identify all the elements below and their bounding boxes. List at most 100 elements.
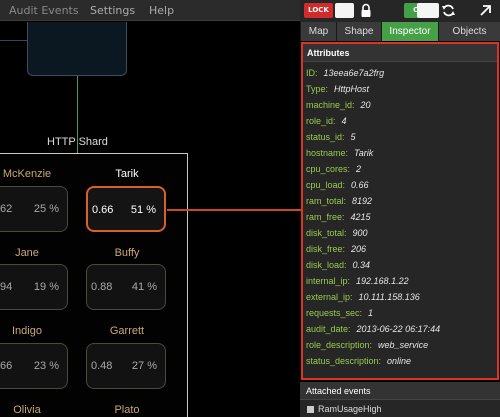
host-name: Plato [114, 404, 140, 416]
host-percent: 41 % [131, 281, 157, 293]
attribute-key: cpu_load: [306, 180, 346, 190]
attribute-row: ram_free: 4215 [306, 212, 371, 222]
attribute-key: role_description: [306, 340, 373, 350]
lock-toggle[interactable] [335, 3, 354, 18]
attribute-value: HttpHost [334, 84, 370, 94]
attribute-value: Tarik [354, 148, 374, 158]
lock-icon[interactable] [359, 3, 373, 18]
expand-icon[interactable] [478, 3, 493, 18]
attribute-value: online [387, 356, 412, 366]
host-name: Garrett [109, 325, 145, 337]
tab-objects[interactable]: Objects [439, 22, 500, 41]
attribute-row: ram_total: 8192 [306, 196, 372, 206]
host-percent: 23 % [33, 360, 59, 372]
attribute-key: audit_date: [306, 324, 351, 334]
host-name: Tarik [115, 168, 139, 180]
connection-line [0, 40, 27, 41]
host-percent: 19 % [33, 281, 59, 293]
event-label: RamUsageHigh [318, 404, 382, 414]
attribute-key: internal_ip: [306, 276, 351, 286]
host-node[interactable]: 0.48 27 % [86, 343, 166, 389]
attribute-key: disk_free: [306, 244, 346, 254]
attribute-key: status_id: [306, 132, 345, 142]
attribute-key: machine_id: [306, 100, 355, 110]
attribute-value: 4 [341, 116, 347, 126]
lock-button[interactable]: LOCK [304, 3, 333, 18]
event-item[interactable]: RamUsageHigh [307, 404, 382, 414]
attribute-row: requests_sec: 1 [306, 308, 373, 318]
menu-settings[interactable]: Settings [90, 4, 135, 17]
refresh-icon[interactable] [441, 3, 456, 18]
host-node[interactable]: 0.88 41 % [86, 264, 166, 310]
attribute-value: 1 [368, 308, 374, 318]
host-percent: 27 % [131, 360, 157, 372]
tab-inspector[interactable]: Inspector [382, 22, 438, 41]
tab-map[interactable]: Map [301, 22, 336, 41]
attached-events-panel: Attached events RamUsageHigh [300, 382, 500, 417]
attribute-row: status_description: online [306, 356, 411, 366]
host-node[interactable]: 94 19 % [0, 264, 68, 310]
attribute-row: audit_date: 2013-06-22 06:17:44 [306, 324, 440, 334]
attribute-row: cpu_load: 0.66 [306, 180, 369, 190]
attribute-key: external_ip: [306, 292, 353, 302]
panel-tabs: Map Shape Inspector Objects [300, 22, 500, 41]
attribute-key: status_description: [306, 356, 382, 366]
attribute-row: Type: HttpHost [306, 84, 369, 94]
attribute-row: disk_load: 0.34 [306, 260, 370, 270]
host-percent: 25 % [33, 203, 59, 215]
menu-audit-events[interactable]: Audit Events [9, 4, 79, 17]
host-node[interactable]: 62 25 % [0, 186, 68, 232]
attribute-value: 20 [360, 100, 371, 110]
attached-events-header: Attached events [300, 382, 500, 400]
host-name: McKenzie [2, 168, 52, 180]
checkbox-icon[interactable] [307, 406, 314, 413]
attribute-value: 0.66 [351, 180, 369, 190]
shard-container[interactable]: McKenzie 62 25 % Tarik 0.66 51 % Jane 94… [0, 153, 188, 417]
attribute-value: 0.34 [352, 260, 371, 270]
attribute-value: 13eea6e7a2frg [323, 68, 385, 78]
host-name: Jane [15, 247, 39, 259]
attribute-value: 192.168.1.22 [356, 276, 409, 286]
attributes-header: Attributes [303, 44, 497, 62]
attribute-key: Type: [306, 84, 329, 94]
attribute-value: 2 [356, 164, 362, 174]
attribute-row: role_description: web_service [306, 340, 428, 350]
map-canvas[interactable]: HTTP Shard McKenzie 62 25 % Tarik 0.66 5… [0, 22, 300, 417]
attribute-key: ID: [306, 68, 318, 78]
attribute-value: 10.111.158.136 [358, 292, 420, 302]
host-node-selected[interactable]: 0.66 51 % [86, 186, 166, 232]
inspector-link-line [167, 209, 301, 211]
attribute-value: 5 [350, 132, 356, 142]
host-name: Indigo [12, 325, 42, 337]
attribute-row: hostname: Tarik [306, 148, 373, 158]
toolbar: LOCK ON [300, 0, 500, 22]
menu-bar: Audit Events Settings Help [0, 0, 300, 21]
attribute-row: disk_free: 206 [306, 244, 366, 254]
attribute-row: status_id: 5 [306, 132, 356, 142]
inspector-panel: Attributes ID: 13eea6e7a2frg Type: HttpHos… [301, 42, 499, 380]
attribute-value: 8192 [352, 196, 373, 206]
attribute-key: role_id: [306, 116, 336, 126]
host-load: 94 [0, 281, 13, 293]
host-load: 0.66 [92, 204, 114, 216]
shard-title: HTTP Shard [47, 136, 108, 148]
attribute-row: disk_total: 900 [306, 228, 368, 238]
attribute-key: disk_load: [306, 260, 347, 270]
on-toggle[interactable] [417, 3, 439, 18]
attribute-row: internal_ip: 192.168.1.22 [306, 276, 409, 286]
host-load: 66 [0, 360, 13, 372]
attribute-value: 4215 [350, 212, 371, 222]
attribute-key: cpu_cores: [306, 164, 351, 174]
host-name: Olivia [13, 404, 41, 416]
menu-help[interactable]: Help [149, 4, 174, 17]
tab-shape[interactable]: Shape [337, 22, 381, 41]
attribute-row: cpu_cores: 2 [306, 164, 361, 174]
attribute-key: ram_free: [306, 212, 345, 222]
attribute-value: web_service [378, 340, 429, 350]
host-node[interactable]: 66 23 % [0, 343, 68, 389]
attribute-key: hostname: [306, 148, 349, 158]
attribute-key: ram_total: [306, 196, 347, 206]
attribute-row: machine_id: 20 [306, 100, 371, 110]
attribute-row: role_id: 4 [306, 116, 347, 126]
parent-node[interactable] [27, 22, 127, 76]
